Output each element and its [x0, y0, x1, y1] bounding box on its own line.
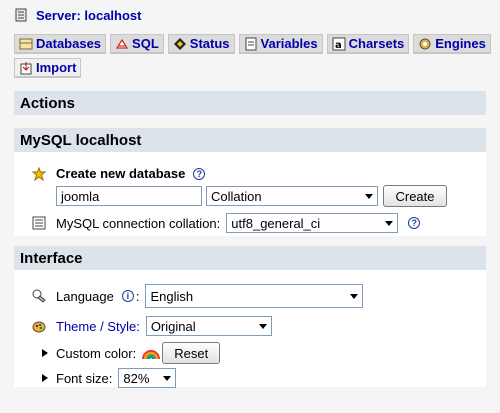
font-size-value: 82% [123, 370, 150, 386]
mysql-title: MySQL localhost [14, 128, 486, 152]
language-select[interactable]: English [145, 284, 364, 308]
tab-charsets[interactable]: a Charsets [326, 34, 410, 54]
font-size-label: Font size: [56, 370, 113, 386]
language-label: Language [56, 288, 114, 304]
new-database-name-input[interactable]: joomla [56, 186, 202, 206]
tab-sql-label: SQL [132, 36, 159, 51]
chevron-down-icon [350, 293, 359, 299]
main-tabs: Databases SQL Status Variables a Charset… [14, 34, 500, 56]
tab-variables-label: Variables [260, 36, 318, 51]
connection-collation-icon [32, 216, 46, 230]
custom-color-label: Custom color: [56, 345, 137, 361]
create-db-form: joomla Collation Create [56, 185, 447, 207]
tab-variables[interactable]: Variables [238, 34, 323, 54]
custom-color-row: Custom color: Reset [42, 342, 221, 364]
language-row: Language i : English [32, 284, 364, 308]
theme-row: Theme / Style: Original [32, 316, 272, 336]
rainbow-icon[interactable] [142, 346, 161, 360]
collation-select[interactable]: Collation [206, 186, 378, 206]
create-db-heading: Create new database ? [32, 166, 206, 181]
tab-charsets-label: Charsets [348, 36, 405, 51]
theme-select-value: Original [150, 318, 196, 334]
connection-collation-help-icon[interactable]: ? [408, 217, 421, 229]
variables-icon [245, 37, 257, 50]
interface-title: Interface [14, 246, 486, 270]
language-icon [32, 289, 46, 303]
chevron-down-icon [385, 220, 394, 226]
sql-icon [116, 38, 128, 48]
tab-import[interactable]: Import [14, 58, 82, 78]
interface-panel: Interface Language i : English Theme / S… [14, 246, 486, 388]
import-icon [20, 61, 32, 74]
tab-import-label: Import [36, 60, 77, 75]
chevron-down-icon [258, 323, 267, 329]
expand-arrow-icon[interactable] [42, 349, 48, 357]
create-db-label: Create new database [56, 166, 186, 181]
databases-icon [19, 38, 33, 49]
server-icon [15, 8, 27, 22]
tab-status-label: Status [189, 36, 230, 51]
language-colon: : [135, 288, 140, 304]
secondary-tabs: Import [14, 58, 500, 80]
tab-status[interactable]: Status [167, 34, 235, 54]
reset-color-button[interactable]: Reset [162, 342, 221, 364]
font-size-select[interactable]: 82% [118, 368, 177, 388]
actions-panel: Actions [14, 91, 486, 115]
theme-select[interactable]: Original [145, 316, 272, 336]
actions-title: Actions [14, 91, 486, 115]
svg-text:a: a [335, 40, 342, 51]
theme-palette-icon [32, 321, 46, 333]
new-database-star-icon [32, 166, 46, 181]
status-icon [173, 37, 186, 50]
server-header: Server: localhost [14, 5, 142, 25]
chevron-down-icon [163, 375, 172, 381]
engines-icon [419, 38, 431, 49]
font-size-row: Font size: 82% [42, 368, 177, 388]
server-link[interactable]: Server: localhost [36, 8, 142, 23]
tab-databases-label: Databases [36, 36, 102, 51]
connection-collation-select[interactable]: utf8_general_ci [226, 213, 399, 233]
tab-sql[interactable]: SQL [110, 34, 164, 54]
connection-collation-label: MySQL connection collation: [56, 215, 221, 231]
connection-collation-value: utf8_general_ci [231, 215, 321, 231]
create-button[interactable]: Create [383, 185, 447, 207]
tab-engines-label: Engines [435, 36, 486, 51]
expand-arrow-icon[interactable] [42, 374, 48, 382]
language-help-icon[interactable]: i [121, 290, 134, 302]
create-db-help-icon[interactable]: ? [193, 167, 206, 180]
theme-style-link[interactable]: Theme / Style: [56, 319, 140, 334]
collation-select-value: Collation [211, 188, 262, 204]
mysql-panel: MySQL localhost Create new database ? jo… [14, 128, 486, 236]
chevron-down-icon [365, 193, 373, 199]
tab-databases[interactable]: Databases [14, 34, 107, 54]
language-select-value: English [150, 288, 194, 304]
tab-engines[interactable]: Engines [413, 34, 491, 54]
charsets-icon: a [332, 37, 346, 51]
connection-collation-row: MySQL connection collation: utf8_general… [32, 213, 421, 233]
